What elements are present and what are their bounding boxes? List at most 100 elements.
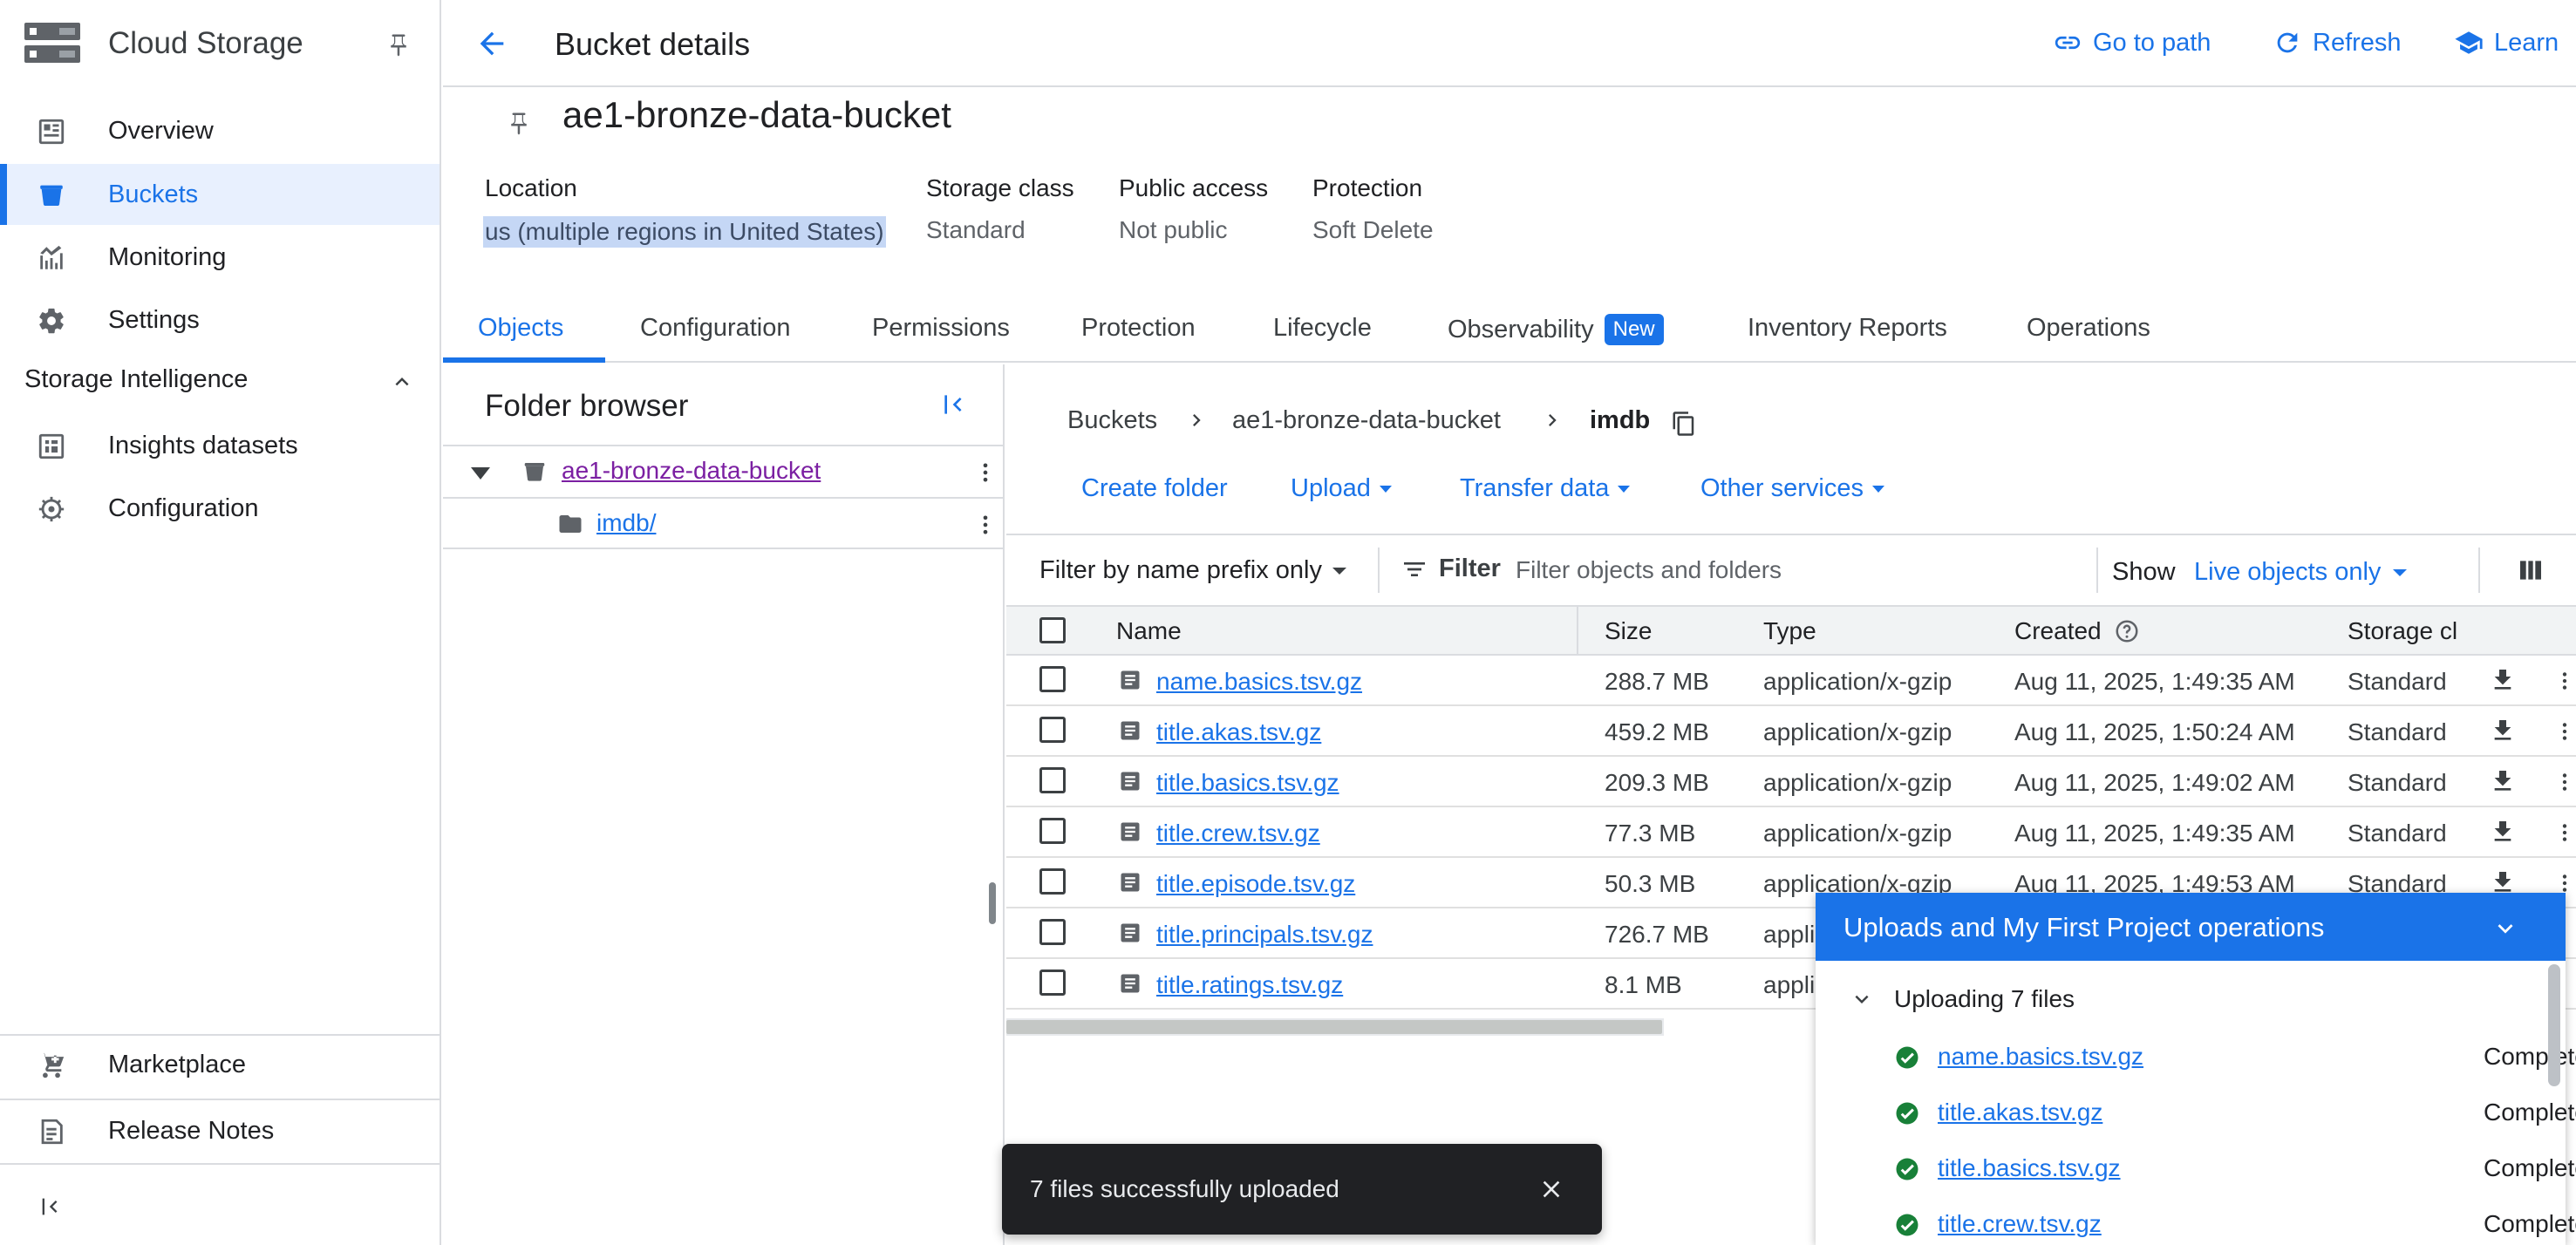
filter-button[interactable]: Filter [1400, 554, 1501, 583]
tab-objects[interactable]: Objects [478, 314, 563, 343]
upload-button[interactable]: Upload [1291, 474, 1394, 503]
show-label: Show [2112, 558, 2176, 586]
sidebar-item-overview[interactable]: Overview [0, 100, 440, 161]
copy-icon[interactable] [1671, 410, 1697, 438]
sidebar-item-marketplace[interactable]: Marketplace [0, 1034, 440, 1095]
row-checkbox[interactable] [1039, 767, 1066, 793]
object-name-link[interactable]: title.episode.tsv.gz [1156, 870, 1355, 898]
object-name-link[interactable]: title.crew.tsv.gz [1156, 820, 1320, 847]
sidebar-item-label: Marketplace [108, 1050, 246, 1078]
sidebar-item-label: Settings [108, 305, 200, 334]
column-header-size[interactable]: Size [1605, 617, 1652, 645]
uploads-panel-scrollbar[interactable] [2548, 964, 2560, 1086]
object-name-link[interactable]: title.akas.tsv.gz [1156, 718, 1321, 746]
download-icon[interactable] [2489, 717, 2517, 745]
other-services-button[interactable]: Other services [1700, 474, 1886, 503]
tab-lifecycle[interactable]: Lifecycle [1273, 314, 1372, 343]
folder-tree-bucket-row[interactable]: ae1-bronze-data-bucket [443, 445, 1005, 497]
more-vert-icon[interactable] [2553, 769, 2576, 795]
show-objects-dropdown[interactable]: Live objects only [2194, 558, 2409, 587]
transfer-data-button[interactable]: Transfer data [1460, 474, 1632, 503]
row-checkbox[interactable] [1039, 868, 1066, 895]
collapse-panel-icon[interactable] [940, 391, 968, 418]
upload-file-link[interactable]: name.basics.tsv.gz [1938, 1043, 2143, 1071]
row-checkbox[interactable] [1039, 717, 1066, 743]
horizontal-scrollbar[interactable] [1006, 1020, 1662, 1034]
more-vert-icon[interactable] [2553, 718, 2576, 745]
upload-file-link[interactable]: title.crew.tsv.gz [1938, 1210, 2102, 1238]
tab-protection[interactable]: Protection [1081, 314, 1196, 343]
table-row[interactable]: title.crew.tsv.gz 77.3 MB application/x-gz… [1006, 807, 2576, 858]
tab-operations[interactable]: Operations [2027, 314, 2150, 343]
download-icon[interactable] [2489, 666, 2517, 694]
breadcrumb-bucket[interactable]: ae1-bronze-data-bucket [1232, 406, 1501, 435]
panel-resize-handle[interactable] [989, 882, 996, 924]
tab-permissions[interactable]: Permissions [872, 314, 1010, 343]
column-header-name[interactable]: Name [1116, 617, 1182, 645]
sidebar-item-buckets[interactable]: Buckets [0, 164, 440, 225]
object-name-link[interactable]: title.principals.tsv.gz [1156, 921, 1373, 949]
storage-class-value: Standard [926, 216, 1026, 243]
download-icon[interactable] [2489, 767, 2517, 795]
filter-mode-dropdown[interactable]: Filter by name prefix only [1039, 556, 1348, 585]
tab-observability[interactable]: Observability New [1448, 314, 1664, 345]
sidebar-item-release-notes[interactable]: Release Notes [0, 1100, 440, 1161]
object-name-link[interactable]: name.basics.tsv.gz [1156, 668, 1362, 696]
folder-tree-bucket-link[interactable]: ae1-bronze-data-bucket [562, 457, 821, 485]
column-header-created[interactable]: Created [2014, 617, 2140, 645]
row-checkbox[interactable] [1039, 666, 1066, 692]
upload-file-link[interactable]: title.akas.tsv.gz [1938, 1099, 2102, 1126]
row-checkbox[interactable] [1039, 919, 1066, 945]
filter-input[interactable]: Filter objects and folders [1516, 556, 1782, 584]
sidebar-item-configuration[interactable]: Configuration [0, 478, 440, 539]
object-name-link[interactable]: title.ratings.tsv.gz [1156, 971, 1343, 999]
caret-down-icon [1871, 484, 1886, 494]
section-storage-intelligence[interactable]: Storage Intelligence [24, 365, 415, 400]
sidebar-item-settings[interactable]: Settings [0, 289, 440, 350]
pin-icon[interactable] [385, 31, 412, 59]
more-vert-icon[interactable] [973, 511, 998, 539]
tab-configuration[interactable]: Configuration [640, 314, 791, 343]
pin-icon[interactable] [506, 110, 532, 138]
sidebar-item-monitoring[interactable]: Monitoring [0, 227, 440, 288]
download-icon[interactable] [2489, 818, 2517, 846]
row-checkbox[interactable] [1039, 969, 1066, 996]
refresh-button[interactable]: Refresh [2273, 28, 2402, 58]
chevron-down-icon[interactable] [2491, 914, 2520, 943]
object-storage-class: Standard [2348, 668, 2447, 695]
create-folder-button[interactable]: Create folder [1081, 474, 1228, 503]
column-header-storage-class[interactable]: Storage cl [2348, 617, 2457, 645]
table-row[interactable]: title.akas.tsv.gz 459.2 MB application/x-g… [1006, 706, 2576, 757]
more-vert-icon[interactable] [2553, 820, 2576, 846]
close-icon[interactable] [1537, 1175, 1565, 1203]
monitoring-icon [37, 243, 66, 273]
column-divider[interactable] [1577, 607, 1578, 656]
cloud-storage-logo-icon[interactable] [24, 17, 80, 70]
table-row[interactable]: name.basics.tsv.gz 288.7 MB application/x-… [1006, 656, 2576, 706]
row-checkbox[interactable] [1039, 818, 1066, 844]
more-vert-icon[interactable] [973, 459, 998, 486]
more-vert-icon[interactable] [2553, 668, 2576, 694]
bucket-name: ae1-bronze-data-bucket [562, 94, 951, 135]
select-all-checkbox[interactable] [1039, 617, 1066, 643]
table-row[interactable]: title.basics.tsv.gz 209.3 MB application/x… [1006, 757, 2576, 807]
column-header-type[interactable]: Type [1763, 617, 1816, 645]
breadcrumb-buckets[interactable]: Buckets [1067, 406, 1157, 435]
uploads-group-header[interactable]: Uploading 7 files [1849, 985, 2075, 1013]
sidebar-item-insights-datasets[interactable]: Insights datasets [0, 415, 440, 476]
help-icon[interactable] [2114, 618, 2140, 644]
folder-tree-folder-row[interactable]: imdb/ [443, 497, 1005, 549]
collapse-sidebar-icon[interactable] [38, 1194, 63, 1219]
upload-status: Complete [2484, 1210, 2576, 1237]
upload-file-link[interactable]: title.basics.tsv.gz [1938, 1154, 2121, 1182]
learn-button[interactable]: Learn [2454, 28, 2559, 58]
object-name-link[interactable]: title.basics.tsv.gz [1156, 769, 1339, 797]
column-display-icon[interactable] [2517, 556, 2545, 584]
uploads-panel-header[interactable]: Uploads and My First Project operations [1816, 893, 2566, 961]
go-to-path-button[interactable]: Go to path [2053, 28, 2211, 58]
caret-down-icon[interactable] [469, 466, 492, 481]
object-created: Aug 11, 2025, 1:49:35 AM [2014, 820, 2295, 847]
folder-tree-folder-link[interactable]: imdb/ [596, 509, 656, 537]
back-arrow-icon[interactable] [474, 26, 509, 61]
tab-inventory-reports[interactable]: Inventory Reports [1748, 314, 1947, 343]
